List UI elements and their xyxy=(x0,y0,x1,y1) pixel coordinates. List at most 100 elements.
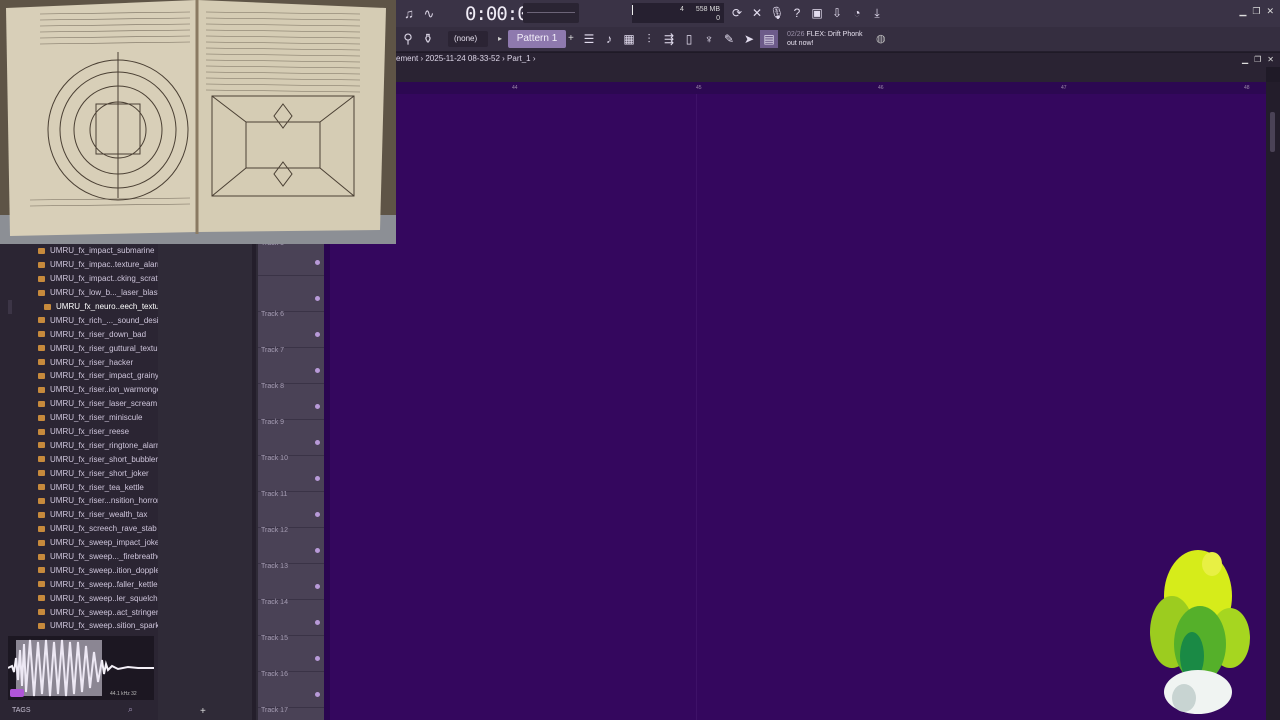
browser-scroll-marker[interactable] xyxy=(8,300,12,314)
record-mic-icon[interactable]: 🎙 xyxy=(768,4,786,22)
snap-icon[interactable]: ⚲ xyxy=(398,29,418,49)
track-header[interactable]: Track 18 xyxy=(258,708,324,720)
track-mute-indicator[interactable] xyxy=(315,368,320,373)
playlist-icon[interactable]: ☰ xyxy=(580,30,598,48)
browser-file-item[interactable]: UMRU_fx_riser_tea_kettle xyxy=(38,480,158,494)
track-header[interactable]: Track 5 xyxy=(258,240,324,276)
piano-roll-icon[interactable]: ♪ xyxy=(600,30,618,48)
browser-file-item[interactable]: UMRU_fx_screech_rave_stab xyxy=(38,522,158,536)
timeline-ruler[interactable] xyxy=(396,82,1266,94)
browser-file-item[interactable]: UMRU_fx_riser_laser_scream xyxy=(38,397,158,411)
browser-file-item[interactable]: UMRU_fx_rich_..._sound_design xyxy=(38,313,158,327)
track-mute-indicator[interactable] xyxy=(315,692,320,697)
playlist-breadcrumb[interactable]: ement › 2025-11-24 08-33-52 › Part_1 › xyxy=(396,54,535,63)
track-mute-indicator[interactable] xyxy=(315,404,320,409)
panel-divider[interactable] xyxy=(252,244,256,720)
browser-file-item[interactable]: UMRU_fx_riser_impact_grainy xyxy=(38,369,158,383)
browser-file-item[interactable]: UMRU_fx_riser..ion_warmonger xyxy=(38,383,158,397)
track-header[interactable]: Track 9 xyxy=(258,384,324,426)
track-mute-indicator[interactable] xyxy=(315,620,320,625)
browser-icon[interactable]: ⇶ xyxy=(660,30,678,48)
news-panel[interactable]: 02/26 FLEX: Drift Phonk out now! xyxy=(787,30,863,48)
tools-icon[interactable]: ✎ xyxy=(720,30,738,48)
arrow-icon[interactable]: ➤ xyxy=(740,30,758,48)
vertical-scrollbar[interactable] xyxy=(1266,82,1280,720)
shop-icon[interactable]: ▤ xyxy=(760,30,778,48)
export-icon[interactable]: ⇩ xyxy=(828,4,846,22)
browser-file-item[interactable]: UMRU_fx_riser_wealth_tax xyxy=(38,508,158,522)
add-button[interactable]: + xyxy=(200,706,206,717)
track-header[interactable]: Track 17 xyxy=(258,672,324,714)
track-mute-indicator[interactable] xyxy=(315,656,320,661)
track-header[interactable]: Track 12 xyxy=(258,492,324,534)
browser-file-item[interactable]: UMRU_fx_riser...nsition_horror xyxy=(38,494,158,508)
tags-label[interactable]: TAGS xyxy=(12,707,31,714)
track-mute-indicator[interactable] xyxy=(315,260,320,265)
globe-icon[interactable]: ◍ xyxy=(876,32,886,45)
track-mute-indicator[interactable] xyxy=(315,332,320,337)
close-icon[interactable]: ✕ xyxy=(1266,6,1274,17)
browser-file-item[interactable]: UMRU_fx_riser_guttural_texture xyxy=(38,341,158,355)
channel-rack-icon[interactable]: ▦ xyxy=(620,30,638,48)
track-mute-indicator[interactable] xyxy=(315,548,320,553)
track-header[interactable]: Track 7 xyxy=(258,312,324,354)
browser-file-item[interactable]: UMRU_fx_impact..cking_scratch xyxy=(38,272,158,286)
browser-file-item[interactable]: UMRU_fx_sweep..ler_squelcher xyxy=(38,591,158,605)
browser-file-item[interactable]: UMRU_fx_riser_reese xyxy=(38,425,158,439)
minimize-icon[interactable]: ▁ xyxy=(1239,6,1246,17)
track-mute-indicator[interactable] xyxy=(315,584,320,589)
browser-file-item[interactable]: UMRU_fx_riser_ringtone_alarm xyxy=(38,438,158,452)
tempo-meter[interactable] xyxy=(523,3,579,23)
browser-file-item[interactable]: UMRU_fx_sweep_impact_joker xyxy=(38,536,158,550)
waveform-mode-icon[interactable]: ∿ xyxy=(419,4,439,24)
stamp-icon[interactable]: ⚱ xyxy=(418,29,438,49)
plugin-icon[interactable]: ♆ xyxy=(700,30,718,48)
chat-icon[interactable]: ◔ xyxy=(848,4,866,22)
playlist-minimize-icon[interactable]: ▁ xyxy=(1242,55,1248,64)
track-header[interactable]: Track 6 xyxy=(258,276,324,318)
browser-file-item[interactable]: UMRU_fx_sweep..sition_sparks xyxy=(38,619,158,633)
loop-icon[interactable]: ⟳ xyxy=(728,4,746,22)
browser-file-item[interactable]: UMRU_fx_riser_hacker xyxy=(38,355,158,369)
prev-pattern-icon[interactable]: ▸ xyxy=(498,34,502,43)
browser-file-item[interactable]: UMRU_fx_impact_submarine xyxy=(38,244,158,258)
download-icon[interactable]: ⤓ xyxy=(868,4,886,22)
playlist-grid[interactable] xyxy=(326,94,1266,720)
browser-file-item[interactable]: UMRU_fx_sweep..act_stringent xyxy=(38,605,158,619)
mixer-icon[interactable]: ⫶ xyxy=(640,30,658,48)
add-pattern-icon[interactable]: + xyxy=(568,33,574,44)
track-mute-indicator[interactable] xyxy=(315,296,320,301)
track-header[interactable]: Track 10 xyxy=(258,420,324,462)
browser-file-item[interactable]: UMRU_fx_sweep..faller_kettle xyxy=(38,577,158,591)
browser-file-item[interactable]: UMRU_fx_neuro..eech_texture xyxy=(38,300,158,314)
help-icon[interactable]: ? xyxy=(788,4,806,22)
restore-icon[interactable]: ❐ xyxy=(1252,6,1260,17)
browser-file-item[interactable]: UMRU_fx_sweep..._firebreather xyxy=(38,550,158,564)
browser-file-item[interactable]: UMRU_fx_riser_short_bubbler xyxy=(38,452,158,466)
playlist-restore-icon[interactable]: ❐ xyxy=(1254,55,1261,64)
playlist-close-icon[interactable]: ✕ xyxy=(1267,55,1274,64)
search-icon[interactable]: ⌕ xyxy=(128,704,133,715)
file-icon[interactable]: ▯ xyxy=(680,30,698,48)
track-header[interactable]: Track 11 xyxy=(258,456,324,498)
track-header[interactable]: Track 8 xyxy=(258,348,324,390)
track-header[interactable]: Track 14 xyxy=(258,564,324,606)
save-icon[interactable]: ▣ xyxy=(808,4,826,22)
browser-file-item[interactable]: UMRU_fx_riser_down_bad xyxy=(38,327,158,341)
browser-file-item[interactable]: UMRU_fx_impac..texture_alarm xyxy=(38,258,158,272)
track-mute-indicator[interactable] xyxy=(315,512,320,517)
browser-file-item[interactable]: UMRU_fx_riser_short_joker xyxy=(38,466,158,480)
pattern-picker[interactable]: Pattern 1 xyxy=(508,30,566,48)
fl-logo-icon[interactable]: ♫ xyxy=(399,4,419,24)
track-mute-indicator[interactable] xyxy=(315,476,320,481)
preview-play-icon[interactable] xyxy=(10,689,24,697)
metronome-icon[interactable]: ✕ xyxy=(748,4,766,22)
pattern-selector[interactable]: (none) xyxy=(448,31,488,47)
browser-file-item[interactable]: UMRU_fx_sweep..ition_doppler xyxy=(38,563,158,577)
track-header[interactable]: Track 15 xyxy=(258,600,324,642)
track-mute-indicator[interactable] xyxy=(315,440,320,445)
browser-file-item[interactable]: UMRU_fx_low_b..._laser_blaster xyxy=(38,286,158,300)
track-header[interactable]: Track 13 xyxy=(258,528,324,570)
track-header[interactable]: Track 16 xyxy=(258,636,324,678)
browser-file-item[interactable]: UMRU_fx_riser_miniscule xyxy=(38,411,158,425)
